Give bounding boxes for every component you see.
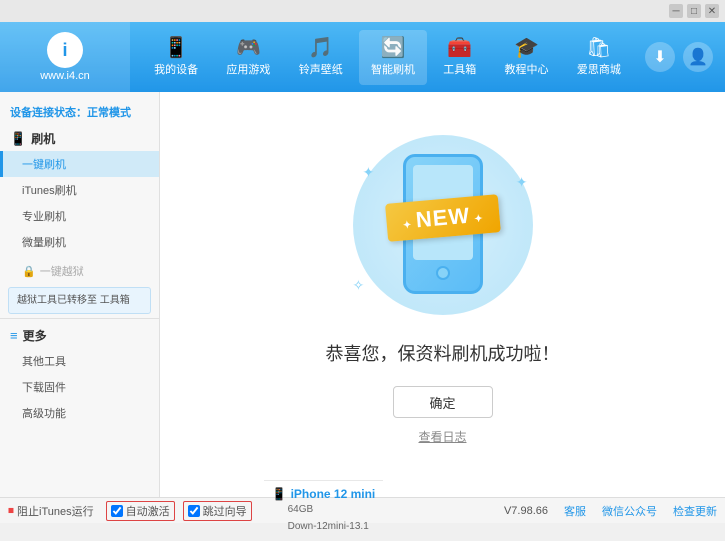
stop-icon: ⏹ bbox=[8, 503, 14, 518]
user-button[interactable]: 👤 bbox=[683, 42, 713, 72]
nav-label-mydevice: 我的设备 bbox=[154, 61, 198, 77]
bottom-right: V7.98.66 客服 微信公众号 检查更新 bbox=[504, 503, 717, 519]
nav-label-shop: 爱思商城 bbox=[577, 61, 621, 77]
header: i www.i4.cn 📱 我的设备 🎮 应用游戏 🎵 铃声壁纸 🔄 智能刷机 … bbox=[0, 22, 725, 92]
content-area: NEW ✦ ✦ ✧ 恭喜您，保资料刷机成功啦！ 确定 查看日志 bbox=[160, 92, 725, 497]
device-name: 📱 iPhone 12 mini bbox=[272, 487, 376, 501]
device-name-text: iPhone 12 mini bbox=[291, 487, 376, 501]
version-label: V7.98.66 bbox=[504, 505, 548, 517]
wechat-link[interactable]: 微信公众号 bbox=[602, 503, 657, 519]
sidebar-section-more: ≡ 更多 其他工具 下载固件 高级功能 bbox=[0, 323, 159, 426]
phone-small-icon: 📱 bbox=[272, 487, 287, 501]
bottom-left: ⏹ 阻止iTunes运行 自动激活 跳过向导 📱 iPhone 12 mini … bbox=[8, 480, 383, 541]
skip-wizard-checkbox-label[interactable]: 跳过向导 bbox=[183, 501, 252, 521]
auto-activate-checkbox[interactable] bbox=[111, 505, 123, 517]
logo-area: i www.i4.cn bbox=[0, 22, 130, 92]
logo-icon: i bbox=[47, 32, 83, 68]
sidebar-item-pro[interactable]: 专业刷机 bbox=[0, 203, 159, 229]
sidebar-item-othertools[interactable]: 其他工具 bbox=[0, 348, 159, 374]
nav-item-toolbox[interactable]: 🧰 工具箱 bbox=[431, 30, 488, 85]
lock-icon: 🔒 bbox=[22, 265, 36, 278]
device-storage: 64GB bbox=[288, 501, 376, 518]
flash-section-icon: 📱 bbox=[10, 131, 26, 147]
sparkle-1: ✦ bbox=[363, 164, 375, 181]
auto-activate-checkbox-label[interactable]: 自动激活 bbox=[106, 501, 175, 521]
toolbox-icon: 🧰 bbox=[447, 38, 472, 58]
flash-section-label: 刷机 bbox=[31, 130, 55, 147]
maximize-button[interactable]: □ bbox=[687, 4, 701, 18]
nav-item-smart[interactable]: 🔄 智能刷机 bbox=[359, 30, 427, 85]
locked-label: 一键越狱 bbox=[40, 263, 84, 279]
checkbox-group: 自动激活 跳过向导 bbox=[106, 501, 252, 521]
tutorial-icon: 🎓 bbox=[514, 38, 539, 58]
status-value: 正常模式 bbox=[87, 107, 131, 119]
appgame-icon: 🎮 bbox=[236, 38, 261, 58]
mydevice-icon: 📱 bbox=[164, 38, 189, 58]
title-bar: ─ □ ✕ bbox=[0, 0, 725, 22]
logo-text: www.i4.cn bbox=[40, 70, 90, 82]
sidebar-info-box: 越狱工具已转移至 工具箱 bbox=[8, 287, 151, 314]
secondary-link[interactable]: 查看日志 bbox=[418, 428, 466, 445]
nav-items: 📱 我的设备 🎮 应用游戏 🎵 铃声壁纸 🔄 智能刷机 🧰 工具箱 🎓 教程中心… bbox=[130, 22, 645, 92]
sparkle-3: ✧ bbox=[353, 277, 365, 294]
sidebar-item-itunes[interactable]: iTunes刷机 bbox=[0, 177, 159, 203]
sidebar-item-download[interactable]: 下载固件 bbox=[0, 374, 159, 400]
main-layout: 设备连接状态：正常模式 📱 刷机 一键刷机 iTunes刷机 专业刷机 微量刷机… bbox=[0, 92, 725, 497]
stop-label: 阻止iTunes运行 bbox=[17, 503, 94, 519]
sidebar-section-header-flash[interactable]: 📱 刷机 bbox=[0, 126, 159, 151]
nav-label-tutorial: 教程中心 bbox=[505, 61, 549, 77]
nav-right: ⬇ 👤 bbox=[645, 42, 725, 72]
device-model: Down-12mini-13.1 bbox=[288, 518, 376, 535]
nav-label-toolbox: 工具箱 bbox=[443, 61, 476, 77]
status-bar: 设备连接状态：正常模式 bbox=[0, 100, 159, 126]
illustration: NEW ✦ ✦ ✧ bbox=[333, 144, 553, 324]
skip-wizard-label: 跳过向导 bbox=[203, 503, 247, 519]
nav-label-smart: 智能刷机 bbox=[371, 61, 415, 77]
update-link[interactable]: 检查更新 bbox=[673, 503, 717, 519]
phone-home-button bbox=[436, 266, 450, 280]
auto-activate-label: 自动激活 bbox=[126, 503, 170, 519]
nav-item-tutorial[interactable]: 🎓 教程中心 bbox=[493, 30, 561, 85]
sidebar-more-header[interactable]: ≡ 更多 bbox=[0, 323, 159, 348]
sidebar-item-micro[interactable]: 微量刷机 bbox=[0, 229, 159, 255]
device-details: 64GB Down-12mini-13.1 bbox=[272, 501, 376, 535]
stop-itunes-button[interactable]: ⏹ 阻止iTunes运行 bbox=[8, 503, 94, 519]
shop-icon: 🛍 bbox=[586, 38, 611, 58]
ringtone-icon: 🎵 bbox=[308, 38, 333, 58]
more-section-label: 更多 bbox=[23, 327, 47, 344]
sidebar-item-advanced[interactable]: 高级功能 bbox=[0, 400, 159, 426]
nav-item-shop[interactable]: 🛍 爱思商城 bbox=[565, 30, 633, 85]
service-link[interactable]: 客服 bbox=[564, 503, 586, 519]
bottom-bar: ⏹ 阻止iTunes运行 自动激活 跳过向导 📱 iPhone 12 mini … bbox=[0, 497, 725, 523]
sidebar-divider bbox=[0, 318, 159, 319]
sidebar-locked-jailbreak: 🔒 一键越狱 bbox=[0, 259, 159, 283]
nav-item-mydevice[interactable]: 📱 我的设备 bbox=[142, 30, 210, 85]
success-text: 恭喜您，保资料刷机成功啦！ bbox=[326, 340, 560, 366]
minimize-button[interactable]: ─ bbox=[669, 4, 683, 18]
nav-label-ringtone: 铃声壁纸 bbox=[299, 61, 343, 77]
nav-label-appgame: 应用游戏 bbox=[226, 61, 270, 77]
nav-item-ringtone[interactable]: 🎵 铃声壁纸 bbox=[287, 30, 355, 85]
download-button[interactable]: ⬇ bbox=[645, 42, 675, 72]
more-section-icon: ≡ bbox=[10, 328, 18, 343]
close-button[interactable]: ✕ bbox=[705, 4, 719, 18]
sidebar-section-flash: 📱 刷机 一键刷机 iTunes刷机 专业刷机 微量刷机 bbox=[0, 126, 159, 255]
status-label: 设备连接状态： bbox=[10, 107, 87, 119]
sidebar: 设备连接状态：正常模式 📱 刷机 一键刷机 iTunes刷机 专业刷机 微量刷机… bbox=[0, 92, 160, 497]
sidebar-item-onekey[interactable]: 一键刷机 bbox=[0, 151, 159, 177]
smart-icon: 🔄 bbox=[381, 38, 406, 58]
sparkle-2: ✦ bbox=[516, 174, 528, 191]
device-section: 📱 iPhone 12 mini 64GB Down-12mini-13.1 bbox=[264, 480, 384, 541]
nav-item-appgame[interactable]: 🎮 应用游戏 bbox=[214, 30, 282, 85]
skip-wizard-checkbox[interactable] bbox=[188, 505, 200, 517]
confirm-button[interactable]: 确定 bbox=[393, 386, 493, 418]
